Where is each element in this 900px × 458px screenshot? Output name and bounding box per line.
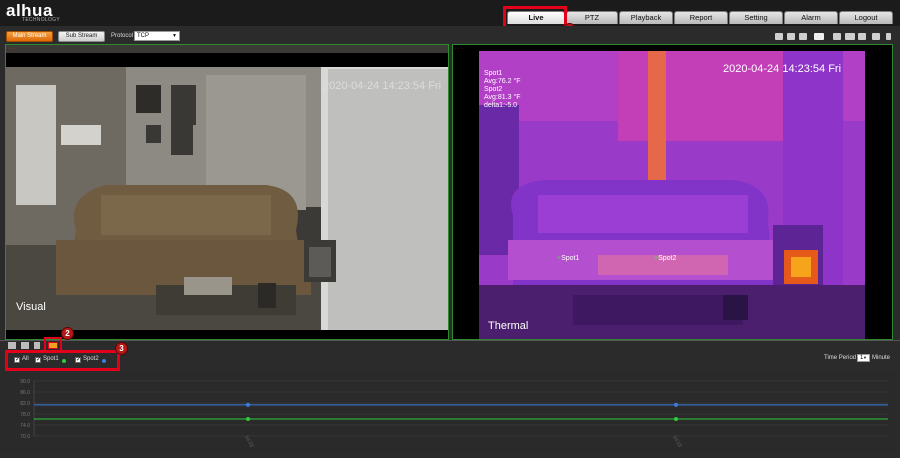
tab-report[interactable]: Report xyxy=(674,11,728,24)
split-view-icon[interactable] xyxy=(21,342,29,349)
protocol-select-value: TCP xyxy=(137,33,149,39)
spot1-marker[interactable]: +Spot1 xyxy=(557,255,579,262)
video-bottom-bar xyxy=(0,340,900,351)
chevron-down-icon: ▼ xyxy=(863,355,867,360)
spot1-data-point xyxy=(246,416,250,421)
spot1-marker-label: Spot1 xyxy=(561,255,580,262)
thermal-video-panel[interactable]: · · · Spot1 Avg:76.2 °F Spot2 Avg:81.3 °… xyxy=(452,44,893,340)
tab-ptz[interactable]: PTZ xyxy=(566,11,618,24)
thermal-label: Thermal xyxy=(488,320,529,332)
legend-row xyxy=(0,352,900,366)
time-period-unit: Minute xyxy=(872,355,891,361)
talk-icon[interactable] xyxy=(858,33,866,40)
thermal-channel-tag: · · · xyxy=(455,46,463,52)
spot1-data-point xyxy=(674,416,678,421)
thermal-stat-line: Spot1 xyxy=(484,70,503,77)
thermal-stats: Spot1 Avg:76.2 °F Spot2 Avg:81.3 °F delt… xyxy=(484,70,521,110)
time-period-select[interactable]: 1 ▼ xyxy=(857,354,870,362)
snapshot-icon[interactable] xyxy=(814,33,824,40)
audio-icon[interactable] xyxy=(872,33,880,40)
time-period-label: Time Period xyxy=(824,355,857,361)
thermal-stat-line: delta1:-5.0 xyxy=(484,102,518,109)
visual-channel-tag: · · · xyxy=(8,46,16,52)
x-tick-label: 14:23 xyxy=(671,435,683,449)
legend-highlight xyxy=(5,350,120,371)
tab-alarm[interactable]: Alarm xyxy=(784,11,838,24)
y-tick-label: 82.0 xyxy=(20,401,30,407)
y-tick-label: 90.0 xyxy=(20,379,30,385)
thermal-stat-line: Avg:81.3 °F xyxy=(484,94,521,101)
spot2-marker-label: Spot2 xyxy=(658,255,677,262)
chevron-down-icon: ▼ xyxy=(172,33,177,39)
spot2-data-point xyxy=(246,402,250,407)
tab-playback[interactable]: Playback xyxy=(619,11,673,24)
digital-zoom-icon[interactable] xyxy=(799,33,807,40)
thermal-timestamp: 2020-04-24 14:23:54 Fri xyxy=(723,63,842,75)
visual-video-panel[interactable]: · · · 2020-04-24 14:23:54 Fri Visual xyxy=(5,44,449,340)
alarm-output-icon[interactable] xyxy=(775,33,783,40)
main-stream-button[interactable]: Main Stream xyxy=(6,31,53,42)
spot2-marker[interactable]: +Spot2 xyxy=(654,255,676,262)
protocol-label: Protocol xyxy=(111,33,134,39)
annotation-badge-2: 2 xyxy=(61,327,74,340)
temperature-chart-svg: 90.0 86.0 82.0 78.0 74.0 70.0 14:23 14:23 xyxy=(20,379,888,449)
layout-icon[interactable] xyxy=(34,342,40,349)
protocol-select[interactable]: TCP ▼ xyxy=(134,31,180,41)
mic-icon[interactable] xyxy=(886,33,891,40)
y-tick-label: 74.0 xyxy=(20,423,30,429)
thermal-stat-line: Avg:76.2 °F xyxy=(484,78,521,85)
brand-tagline: TECHNOLOGY xyxy=(22,17,61,23)
record-icon[interactable] xyxy=(845,33,855,40)
triple-snapshot-icon[interactable] xyxy=(833,33,841,40)
user-icon[interactable] xyxy=(787,33,795,40)
annotation-badge-3: 3 xyxy=(115,342,128,355)
y-tick-label: 86.0 xyxy=(20,390,30,396)
home-icon[interactable] xyxy=(8,342,16,349)
thermal-stat-line: Spot2 xyxy=(484,86,503,93)
sub-stream-button[interactable]: Sub Stream xyxy=(58,31,105,42)
y-tick-label: 70.0 xyxy=(20,434,30,440)
temperature-chart: 90.0 86.0 82.0 78.0 74.0 70.0 14:23 14:23 xyxy=(0,372,900,453)
spot2-data-point xyxy=(674,402,678,407)
y-tick-label: 78.0 xyxy=(20,412,30,418)
tab-setting[interactable]: Setting xyxy=(729,11,783,24)
visual-timestamp: 2020-04-24 14:23:54 Fri xyxy=(323,80,442,92)
visual-label: Visual xyxy=(16,301,46,313)
tab-logout[interactable]: Logout xyxy=(839,11,893,24)
x-tick-label: 14:23 xyxy=(243,435,255,449)
